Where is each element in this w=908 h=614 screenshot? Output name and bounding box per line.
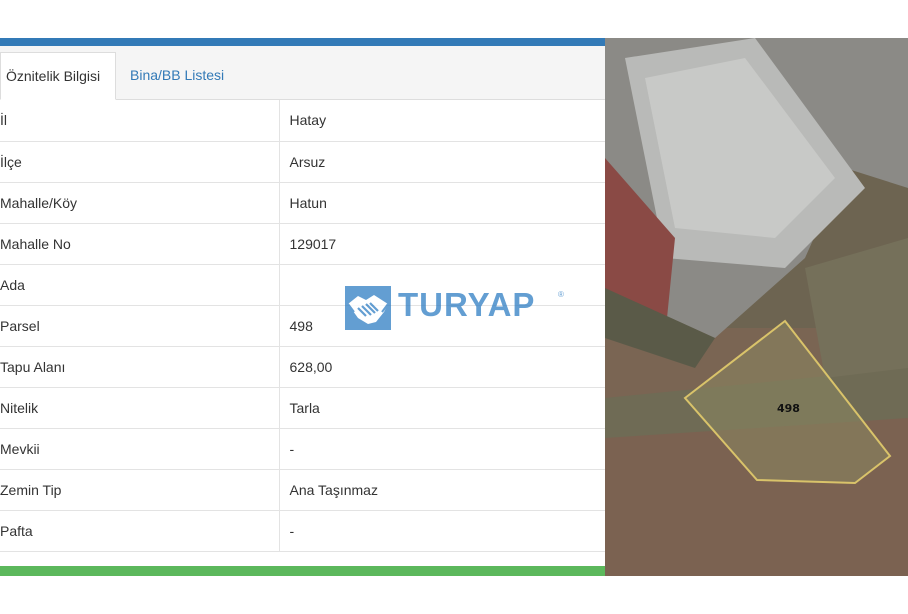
attribute-value (279, 264, 605, 306)
table-row: İl Hatay (0, 100, 605, 142)
satellite-map[interactable]: 498 (605, 38, 908, 576)
panel-header-bar (0, 38, 605, 46)
table-row: Parsel 498 (0, 305, 605, 347)
attribute-label: Tapu Alanı (0, 346, 280, 388)
attribute-panel: Öznitelik Bilgisi Bina/BB Listesi İl Hat… (0, 38, 605, 576)
panel-footer-bar (0, 566, 605, 576)
tab-oznitelik-bilgisi[interactable]: Öznitelik Bilgisi (0, 52, 116, 100)
attribute-label: Zemin Tip (0, 469, 280, 511)
table-row: Mahalle/Köy Hatun (0, 182, 605, 224)
table-row: Tapu Alanı 628,00 (0, 346, 605, 388)
tab-bar: Öznitelik Bilgisi Bina/BB Listesi (0, 46, 605, 100)
attribute-label: Mahalle No (0, 223, 280, 265)
table-row: Mahalle No 129017 (0, 223, 605, 265)
attribute-value: Hatay (279, 100, 605, 142)
map-imagery (605, 38, 908, 576)
attribute-label: Ada (0, 264, 280, 306)
attribute-label: Mevkii (0, 428, 280, 470)
parcel-label: 498 (777, 402, 800, 415)
attribute-value: - (279, 510, 605, 552)
table-row: Ada (0, 264, 605, 306)
attribute-label: Pafta (0, 510, 280, 552)
attribute-label: İl (0, 100, 280, 142)
attribute-value: Tarla (279, 387, 605, 429)
attribute-value: - (279, 428, 605, 470)
attribute-label: Mahalle/Köy (0, 182, 280, 224)
attribute-value: Arsuz (279, 141, 605, 183)
attribute-value: Ana Taşınmaz (279, 469, 605, 511)
table-row: Mevkii - (0, 428, 605, 470)
attribute-label: Nitelik (0, 387, 280, 429)
attribute-label: Parsel (0, 305, 280, 347)
table-row: İlçe Arsuz (0, 141, 605, 183)
table-row: Zemin Tip Ana Taşınmaz (0, 469, 605, 511)
tab-bina-bb-listesi[interactable]: Bina/BB Listesi (118, 52, 236, 100)
attribute-value: 628,00 (279, 346, 605, 388)
table-row: Nitelik Tarla (0, 387, 605, 429)
attribute-value: 129017 (279, 223, 605, 265)
attribute-label: İlçe (0, 141, 280, 183)
attribute-value: Hatun (279, 182, 605, 224)
attribute-value: 498 (279, 305, 605, 347)
table-row: Pafta - (0, 510, 605, 552)
attribute-table: İl Hatay İlçe Arsuz Mahalle/Köy Hatun Ma… (0, 100, 605, 552)
